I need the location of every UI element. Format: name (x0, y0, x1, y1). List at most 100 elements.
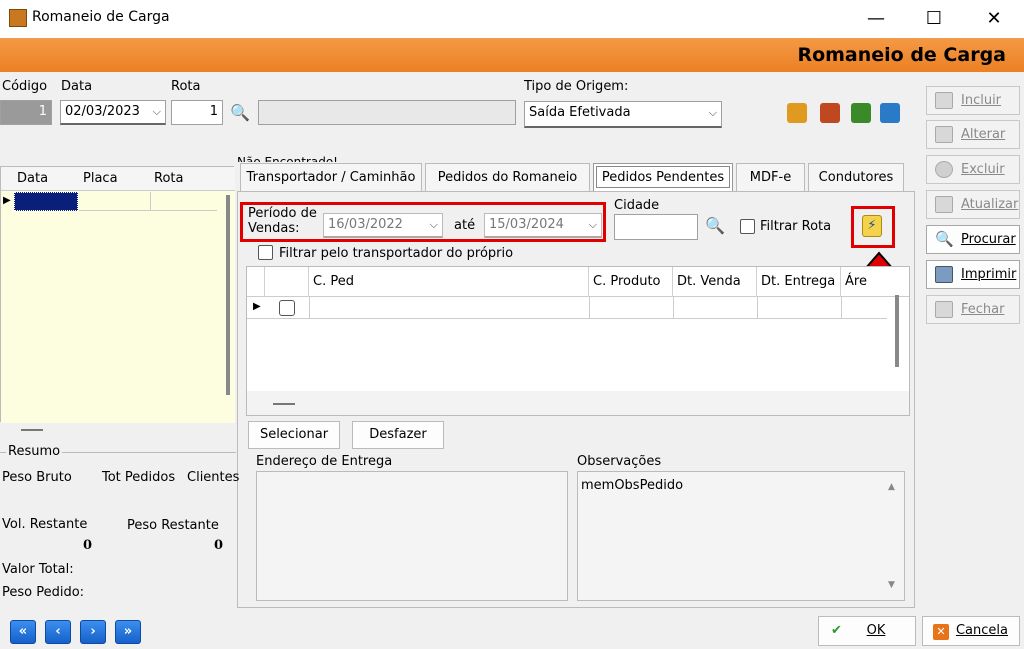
filtrar-transportador-label: Filtrar pelo transportador do próprio (279, 246, 514, 261)
filtrar-transportador-checkbox[interactable] (258, 245, 273, 260)
title-bar: Romaneio de Carga — ☐ ✕ (0, 0, 1024, 38)
excluir-button[interactable]: Excluir (926, 155, 1020, 184)
atualizar-button[interactable]: Atualizar (926, 190, 1020, 219)
tab-mdfe[interactable]: MDF-e (736, 163, 805, 191)
package-icon[interactable] (880, 103, 900, 123)
data-datepicker[interactable]: 02/03/2023 ⌵ (60, 100, 166, 125)
procurar-button[interactable]: 🔍 Procurar (926, 225, 1020, 254)
date-from-value: 16/03/2022 (328, 217, 403, 232)
observacoes-memo[interactable]: memObsPedido ▲ ▼ (577, 471, 905, 601)
refresh-lightning-icon[interactable]: ⚡ (862, 215, 882, 237)
col-area[interactable]: Áre (841, 267, 881, 297)
orders-grid[interactable]: C. Ped C. Produto Dt. Venda Dt. Entrega … (246, 266, 910, 416)
ok-button[interactable]: ✔ OK (818, 616, 916, 646)
table-cell[interactable] (79, 192, 151, 211)
scrollbar[interactable] (895, 295, 899, 367)
observacoes-label: Observações (577, 454, 662, 469)
col-c-produto[interactable]: C. Produto (589, 267, 673, 297)
check-icon: ✔ (831, 623, 842, 638)
table-row[interactable]: ▶ (247, 297, 887, 319)
desfazer-button[interactable]: Desfazer (352, 421, 444, 449)
col-dt-entrega[interactable]: Dt. Entrega (757, 267, 841, 297)
fechar-button[interactable]: Fechar (926, 295, 1020, 324)
alterar-label: Alterar (961, 127, 1006, 142)
data-label: Data (61, 79, 93, 94)
cancel-button[interactable]: ✕ Cancela (922, 616, 1020, 646)
date-from-picker[interactable]: 16/03/2022 ⌵ (323, 213, 443, 238)
col-placa[interactable]: Placa (83, 171, 118, 186)
route-icon[interactable] (787, 103, 807, 123)
vol-restante-value: 0 (83, 538, 93, 553)
divider (673, 297, 674, 319)
col-dt-venda[interactable]: Dt. Venda (673, 267, 757, 297)
row-checkbox[interactable] (279, 300, 295, 316)
minimize-button[interactable]: — (856, 6, 896, 32)
imprimir-button[interactable]: Imprimir (926, 260, 1020, 289)
scroll-down-icon[interactable]: ▼ (888, 580, 895, 590)
scroll-up-icon[interactable]: ▲ (888, 482, 895, 492)
alterar-button[interactable]: Alterar (926, 120, 1020, 149)
scrollbar[interactable] (226, 195, 230, 395)
tipo-origem-label: Tipo de Origem: (524, 79, 629, 94)
maximize-button[interactable]: ☐ (914, 6, 954, 32)
next-record-button[interactable]: › (80, 620, 106, 644)
vol-restante-label: Vol. Restante (2, 517, 88, 532)
truck-icon[interactable] (851, 103, 871, 123)
valor-total-label: Valor Total: (2, 562, 74, 577)
prev-record-button[interactable]: ‹ (45, 620, 71, 644)
peso-restante-value: 0 (214, 538, 224, 553)
binoculars-icon[interactable]: 🔍 (230, 103, 250, 122)
resumo-title: Resumo (6, 444, 63, 459)
rota-description-field (258, 100, 516, 125)
chevron-down-icon: ⌵ (588, 218, 597, 231)
binoculars-icon: 🔍 (935, 230, 954, 248)
divider (589, 297, 590, 319)
cancel-label: Cancela (955, 623, 1008, 638)
selecionar-button[interactable]: Selecionar (248, 421, 340, 449)
filtrar-rota-checkbox[interactable] (740, 219, 755, 234)
peso-bruto-label: Peso Bruto (2, 470, 72, 485)
close-button[interactable]: ✕ (974, 6, 1014, 32)
date-to-picker[interactable]: 15/03/2024 ⌵ (484, 213, 602, 238)
orders-grid-header: C. Ped C. Produto Dt. Venda Dt. Entrega … (247, 267, 909, 297)
tab-pedidos-romaneio[interactable]: Pedidos do Romaneio (425, 163, 590, 191)
fechar-label: Fechar (961, 302, 1005, 317)
observacoes-value: memObsPedido (581, 478, 684, 493)
left-grid-body (1, 191, 235, 423)
h-scrollbar[interactable] (273, 403, 295, 405)
table-cell[interactable] (151, 192, 217, 211)
col-data[interactable]: Data (17, 171, 48, 186)
divider (757, 297, 758, 319)
procurar-label: Procurar (961, 232, 1016, 247)
rota-field[interactable]: 1 (171, 100, 223, 125)
row-pointer-icon: ▶ (253, 301, 261, 312)
binoculars-icon[interactable]: 🔍 (705, 216, 725, 235)
ok-label: OK (866, 623, 886, 638)
codigo-field[interactable]: 1 (0, 100, 52, 125)
chevron-down-icon: ⌵ (429, 218, 438, 231)
excluir-label: Excluir (961, 162, 1005, 177)
col-indicator (247, 267, 265, 297)
cancel-icon: ✕ (933, 624, 949, 640)
romaneio-list-grid[interactable]: Data Placa Rota ▶ (0, 166, 235, 431)
last-record-button[interactable]: » (115, 620, 141, 644)
date-to-value: 15/03/2024 (489, 217, 564, 232)
h-scrollbar[interactable] (21, 429, 43, 431)
tipo-origem-select[interactable]: Saída Efetivada ⌵ (524, 101, 722, 128)
col-c-ped[interactable]: C. Ped (309, 267, 589, 297)
people-icon[interactable] (820, 103, 840, 123)
first-record-button[interactable]: « (10, 620, 36, 644)
h-scroll-track (247, 391, 909, 415)
peso-restante-label: Peso Restante (127, 518, 219, 533)
incluir-button[interactable]: Incluir (926, 86, 1020, 115)
col-rota[interactable]: Rota (154, 171, 183, 186)
cidade-field[interactable] (614, 214, 698, 240)
chevron-down-icon: ⌵ (152, 105, 161, 118)
endereco-memo[interactable] (256, 471, 568, 601)
tab-transportador[interactable]: Transportador / Caminhão (240, 163, 422, 191)
filtrar-rota-label: Filtrar Rota (760, 219, 832, 234)
tab-pedidos-pendentes[interactable]: Pedidos Pendentes (593, 163, 733, 191)
selected-cell[interactable] (14, 192, 78, 211)
codigo-label: Código (2, 79, 48, 94)
tab-condutores[interactable]: Condutores (808, 163, 904, 191)
